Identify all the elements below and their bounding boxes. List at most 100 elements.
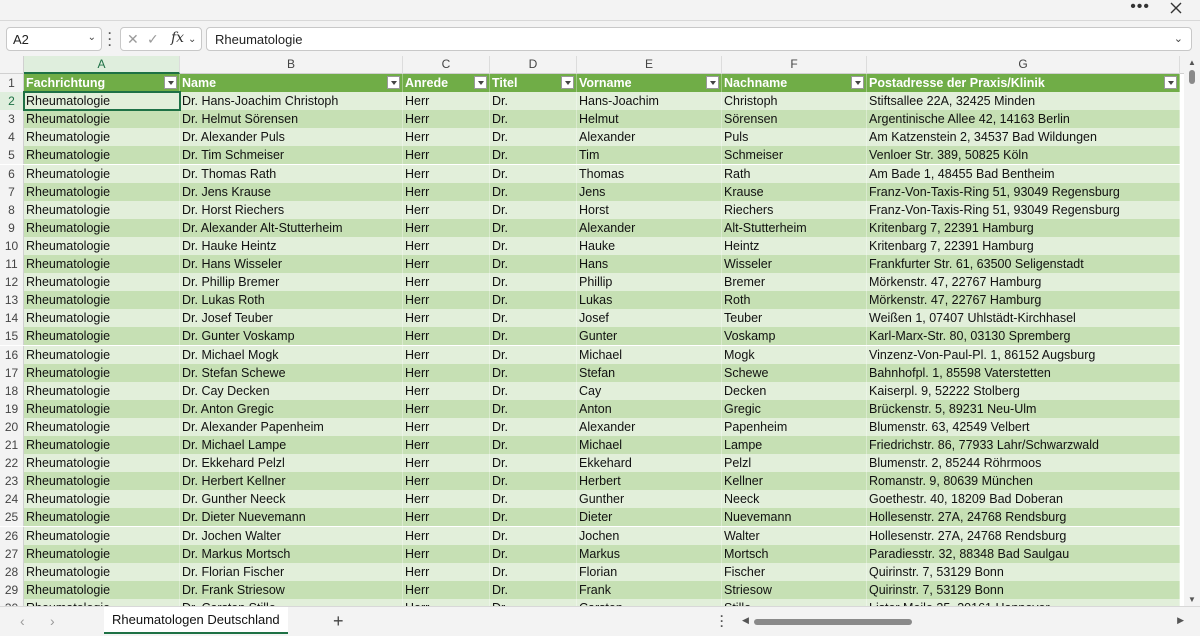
table-cell[interactable]: Rheumatologie <box>24 472 180 491</box>
table-cell[interactable]: Rheumatologie <box>24 218 180 237</box>
table-cell[interactable]: Dr. <box>490 436 577 455</box>
table-cell[interactable]: Venloer Str. 389, 50825 Köln <box>867 146 1180 165</box>
scroll-up-icon[interactable]: ▲ <box>1188 58 1196 67</box>
table-cell[interactable]: Herbert <box>577 472 722 491</box>
table-cell[interactable]: Herr <box>403 580 490 599</box>
table-cell[interactable]: Rheumatologie <box>24 417 180 436</box>
table-cell[interactable]: Rheumatologie <box>24 562 180 581</box>
confirm-icon[interactable]: ✓ <box>147 31 159 48</box>
table-cell[interactable]: Dr. Florian Fischer <box>180 562 403 581</box>
table-cell[interactable]: Romanstr. 9, 80639 München <box>867 472 1180 491</box>
table-cell[interactable]: Herr <box>403 472 490 491</box>
table-cell[interactable]: Dr. <box>490 255 577 274</box>
table-cell[interactable]: Dr. <box>490 345 577 364</box>
table-cell[interactable]: Schewe <box>722 363 867 382</box>
table-cell[interactable]: Fischer <box>722 562 867 581</box>
table-cell[interactable]: Hans <box>577 255 722 274</box>
table-cell[interactable]: Dr. Lukas Roth <box>180 291 403 310</box>
table-cell[interactable]: Frank <box>577 580 722 599</box>
table-cell[interactable]: Dr. <box>490 363 577 382</box>
table-cell[interactable]: Dr. Alexander Papenheim <box>180 417 403 436</box>
column-header-g[interactable]: G <box>867 56 1180 74</box>
table-cell[interactable]: Herr <box>403 454 490 473</box>
table-cell[interactable]: Brückenstr. 5, 89231 Neu-Ulm <box>867 399 1180 418</box>
header-cell[interactable]: Nachname <box>722 74 867 93</box>
table-cell[interactable]: Alexander <box>577 218 722 237</box>
row-number[interactable]: 29 <box>0 580 24 599</box>
table-cell[interactable]: Ekkehard <box>577 454 722 473</box>
row-number[interactable]: 3 <box>0 110 24 129</box>
table-cell[interactable]: Dr. <box>490 490 577 509</box>
table-cell[interactable]: Mörkenstr. 47, 22767 Hamburg <box>867 291 1180 310</box>
table-cell[interactable]: Herr <box>403 110 490 129</box>
filter-dropdown-icon[interactable] <box>561 76 574 89</box>
table-cell[interactable]: Herr <box>403 273 490 292</box>
table-cell[interactable]: Jochen <box>577 526 722 545</box>
close-icon[interactable] <box>1168 0 1184 16</box>
table-cell[interactable]: Dr. Horst Riechers <box>180 200 403 219</box>
row-number[interactable]: 23 <box>0 472 24 491</box>
table-cell[interactable]: Cay <box>577 381 722 400</box>
table-cell[interactable]: Sörensen <box>722 110 867 129</box>
row-number[interactable]: 15 <box>0 327 24 346</box>
table-cell[interactable]: Jens <box>577 182 722 201</box>
table-cell[interactable]: Dr. <box>490 200 577 219</box>
cancel-icon[interactable]: ✕ <box>127 31 139 48</box>
row-number[interactable]: 11 <box>0 255 24 274</box>
table-cell[interactable]: Neeck <box>722 490 867 509</box>
table-cell[interactable]: Stefan <box>577 363 722 382</box>
prev-sheet-icon[interactable]: ‹ <box>20 613 25 629</box>
table-cell[interactable]: Josef <box>577 309 722 328</box>
table-cell[interactable]: Dr. Alexander Alt-Stutterheim <box>180 218 403 237</box>
table-cell[interactable]: Alexander <box>577 128 722 147</box>
table-cell[interactable]: Herr <box>403 327 490 346</box>
table-cell[interactable]: Schmeiser <box>722 146 867 165</box>
table-cell[interactable]: Hans-Joachim <box>577 92 722 111</box>
table-cell[interactable]: Heintz <box>722 236 867 255</box>
table-cell[interactable]: Vinzenz-Von-Paul-Pl. 1, 86152 Augsburg <box>867 345 1180 364</box>
table-cell[interactable]: Franz-Von-Taxis-Ring 51, 93049 Regensbur… <box>867 200 1180 219</box>
table-cell[interactable]: Hollesenstr. 27A, 24768 Rendsburg <box>867 526 1180 545</box>
row-number[interactable]: 25 <box>0 508 24 527</box>
header-cell[interactable]: Titel <box>490 74 577 93</box>
table-cell[interactable]: Dr. Gunter Voskamp <box>180 327 403 346</box>
row-number[interactable]: 19 <box>0 399 24 418</box>
table-cell[interactable]: Decken <box>722 381 867 400</box>
table-cell[interactable]: Dr. <box>490 92 577 111</box>
table-cell[interactable]: Am Katzenstein 2, 34537 Bad Wildungen <box>867 128 1180 147</box>
table-cell[interactable]: Lampe <box>722 436 867 455</box>
table-cell[interactable]: Rheumatologie <box>24 110 180 129</box>
table-cell[interactable]: Herr <box>403 562 490 581</box>
table-cell[interactable]: Herr <box>403 598 490 606</box>
table-cell[interactable]: Dr. <box>490 562 577 581</box>
table-cell[interactable]: Friedrichstr. 86, 77933 Lahr/Schwarzwald <box>867 436 1180 455</box>
header-cell[interactable]: Anrede <box>403 74 490 93</box>
table-cell[interactable]: Helmut <box>577 110 722 129</box>
table-cell[interactable]: Gunther <box>577 490 722 509</box>
table-cell[interactable]: Dr. Dieter Nuevemann <box>180 508 403 527</box>
row-number[interactable]: 20 <box>0 417 24 436</box>
header-cell[interactable]: Vorname <box>577 74 722 93</box>
table-cell[interactable]: Herr <box>403 526 490 545</box>
table-cell[interactable]: Lukas <box>577 291 722 310</box>
column-header-f[interactable]: F <box>722 56 867 74</box>
select-all-corner[interactable] <box>0 56 24 74</box>
table-cell[interactable]: Hollesenstr. 27A, 24768 Rendsburg <box>867 508 1180 527</box>
table-cell[interactable]: Herr <box>403 92 490 111</box>
table-cell[interactable]: Pelzl <box>722 454 867 473</box>
scroll-right-icon[interactable]: ▶ <box>1177 615 1184 626</box>
table-cell[interactable]: Dr. Stefan Schewe <box>180 363 403 382</box>
table-cell[interactable]: Dr. Ekkehard Pelzl <box>180 454 403 473</box>
table-cell[interactable]: Dr. <box>490 218 577 237</box>
more-options-icon[interactable]: ••• <box>1130 0 1150 16</box>
column-header-a[interactable]: A <box>24 56 180 74</box>
row-number[interactable]: 14 <box>0 309 24 328</box>
table-cell[interactable]: Weißen 1, 07407 Uhlstädt-Kirchhasel <box>867 309 1180 328</box>
row-number[interactable]: 27 <box>0 544 24 563</box>
table-cell[interactable]: Dr. Phillip Bremer <box>180 273 403 292</box>
table-cell[interactable]: Dr. Alexander Puls <box>180 128 403 147</box>
table-cell[interactable]: Herr <box>403 436 490 455</box>
table-cell[interactable]: Herr <box>403 146 490 165</box>
table-cell[interactable]: Kellner <box>722 472 867 491</box>
next-sheet-icon[interactable]: › <box>50 613 55 629</box>
